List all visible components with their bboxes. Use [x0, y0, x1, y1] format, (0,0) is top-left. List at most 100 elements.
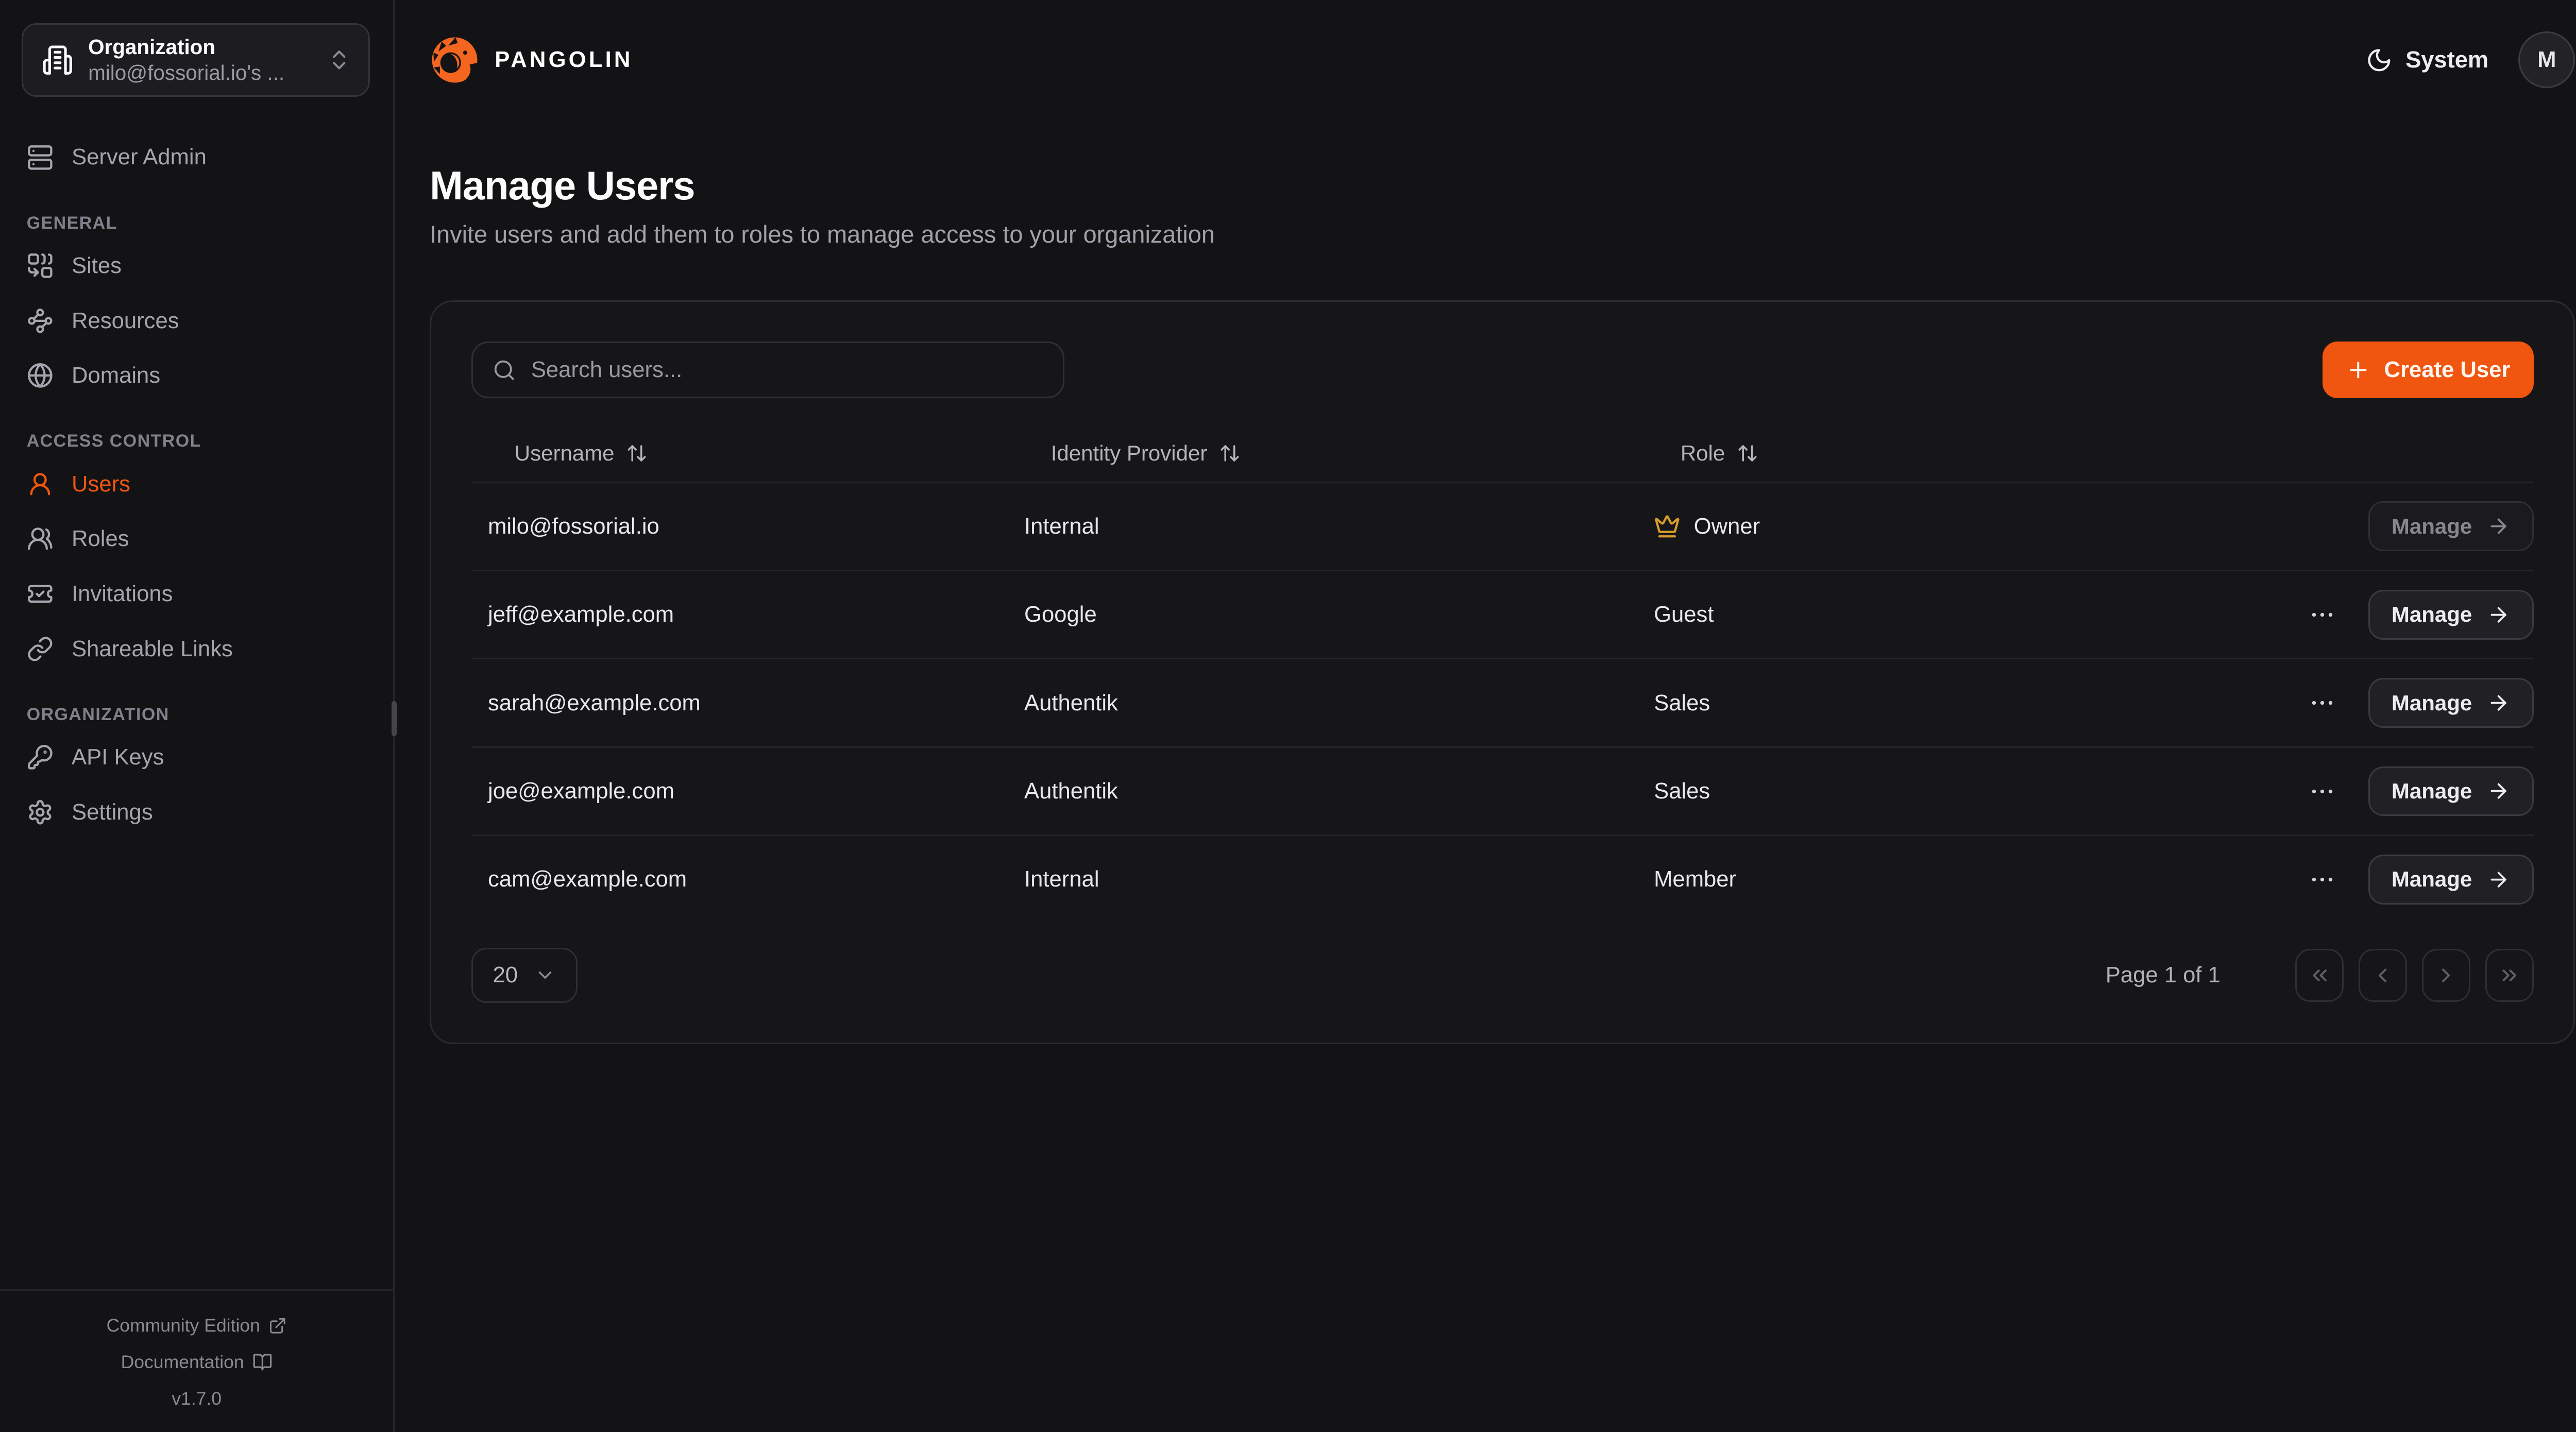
- sidebar-resize-handle[interactable]: [392, 701, 397, 736]
- sidebar: Organization milo@fossorial.io's ... Ser…: [0, 0, 395, 1432]
- sidebar-item-api-keys[interactable]: API Keys: [0, 730, 393, 785]
- sidebar-item-settings[interactable]: Settings: [0, 785, 393, 840]
- sidebar-section-organization: ORGANIZATION: [27, 705, 367, 725]
- manage-label: Manage: [2392, 602, 2472, 627]
- username-cell: joe@example.com: [471, 778, 1008, 804]
- arrow-right-icon: [2487, 868, 2510, 891]
- table-row: cam@example.com Internal Member Manage: [471, 834, 2534, 923]
- row-menu-button[interactable]: [2305, 774, 2340, 809]
- chevron-left-icon: [2371, 964, 2394, 987]
- moon-icon: [2366, 47, 2393, 74]
- topbar: PANGOLIN System M: [430, 23, 2575, 96]
- sidebar-section-access-control: ACCESS CONTROL: [27, 431, 367, 451]
- book-open-icon: [252, 1352, 273, 1372]
- column-label: Username: [515, 441, 615, 466]
- column-header-username: Username: [471, 441, 1008, 466]
- row-actions: Manage: [2368, 501, 2534, 551]
- sidebar-item-server-admin[interactable]: Server Admin: [0, 130, 393, 185]
- documentation-label: Documentation: [121, 1344, 244, 1380]
- globe-icon: [27, 362, 54, 389]
- table-header-row: Username Identity Provider Role: [471, 425, 2534, 482]
- sidebar-item-label: API Keys: [72, 744, 164, 770]
- idp-cell: Internal: [1008, 514, 1637, 539]
- sort-username-button[interactable]: Username: [515, 441, 648, 466]
- sort-identity-provider-button[interactable]: Identity Provider: [1051, 441, 1241, 466]
- sidebar-item-domains[interactable]: Domains: [0, 348, 393, 403]
- page-size-select[interactable]: 20: [471, 948, 578, 1003]
- topbar-right: System M: [2366, 31, 2575, 88]
- search-box: [471, 342, 1064, 398]
- sidebar-item-invitations[interactable]: Invitations: [0, 567, 393, 622]
- combine-icon: [27, 252, 54, 279]
- users-table: Username Identity Provider Role: [431, 425, 2573, 923]
- role-cell: Guest: [1637, 602, 2305, 627]
- community-edition-label: Community Edition: [107, 1307, 260, 1344]
- sort-icon: [626, 442, 648, 464]
- sidebar-item-label: Invitations: [72, 581, 173, 607]
- org-selector[interactable]: Organization milo@fossorial.io's ...: [22, 23, 370, 96]
- user-avatar[interactable]: M: [2518, 31, 2575, 88]
- idp-cell: Google: [1008, 602, 1637, 627]
- server-icon: [27, 144, 54, 171]
- sort-role-button[interactable]: Role: [1681, 441, 1758, 466]
- manage-button[interactable]: Manage: [2368, 855, 2534, 905]
- row-menu-button[interactable]: [2305, 597, 2340, 632]
- sidebar-item-label: Server Admin: [72, 144, 207, 170]
- pagination: Page 1 of 1: [2106, 949, 2534, 1002]
- documentation-link[interactable]: Documentation: [0, 1344, 393, 1380]
- page-indicator: Page 1 of 1: [2106, 962, 2221, 988]
- create-user-button[interactable]: Create User: [2323, 342, 2534, 398]
- sidebar-item-users[interactable]: Users: [0, 456, 393, 512]
- arrow-right-icon: [2487, 603, 2510, 626]
- table-row: joe@example.com Authentik Sales Manage: [471, 746, 2534, 834]
- theme-toggle-button[interactable]: System: [2366, 46, 2489, 73]
- sort-icon: [1737, 442, 1758, 464]
- manage-button[interactable]: Manage: [2368, 590, 2534, 640]
- chevron-down-icon: [534, 964, 556, 986]
- sidebar-item-label: Users: [72, 471, 130, 497]
- create-user-label: Create User: [2384, 357, 2510, 383]
- waypoints-icon: [27, 308, 54, 334]
- role-cell: Member: [1637, 866, 2305, 892]
- manage-button[interactable]: Manage: [2368, 678, 2534, 728]
- external-link-icon: [268, 1317, 287, 1335]
- row-menu-button[interactable]: [2305, 862, 2340, 897]
- table-row: sarah@example.com Authentik Sales Manage: [471, 658, 2534, 746]
- ticket-check-icon: [27, 581, 54, 607]
- role-cell: Sales: [1637, 778, 2305, 804]
- next-page-button[interactable]: [2422, 949, 2470, 1002]
- previous-page-button[interactable]: [2359, 949, 2407, 1002]
- manage-button[interactable]: Manage: [2368, 501, 2534, 551]
- ellipsis-icon: [2308, 689, 2336, 717]
- sidebar-item-sites[interactable]: Sites: [0, 238, 393, 293]
- sidebar-item-label: Domains: [72, 363, 160, 388]
- sidebar-item-shareable-links[interactable]: Shareable Links: [0, 621, 393, 676]
- sidebar-item-label: Sites: [72, 253, 122, 279]
- sidebar-footer: Community Edition Documentation v1.7.0: [0, 1289, 393, 1432]
- idp-cell: Authentik: [1008, 690, 1637, 716]
- sidebar-item-label: Settings: [72, 799, 153, 825]
- row-menu-button[interactable]: [2305, 686, 2340, 721]
- table-row: milo@fossorial.io Internal Owner Manage: [471, 482, 2534, 570]
- idp-cell: Authentik: [1008, 778, 1637, 804]
- sidebar-item-label: Shareable Links: [72, 636, 233, 662]
- community-edition-link[interactable]: Community Edition: [0, 1307, 393, 1344]
- username-cell: jeff@example.com: [471, 602, 1008, 627]
- page-subtitle: Invite users and add them to roles to ma…: [430, 220, 2575, 248]
- role-cell: Sales: [1637, 690, 2305, 716]
- org-selector-text: Organization milo@fossorial.io's ...: [88, 34, 312, 86]
- column-label: Role: [1681, 441, 1725, 466]
- card-toolbar: Create User: [431, 302, 2573, 399]
- row-actions: Manage: [2305, 766, 2534, 816]
- row-actions: Manage: [2305, 590, 2534, 640]
- sidebar-item-roles[interactable]: Roles: [0, 512, 393, 567]
- column-header-identity-provider: Identity Provider: [1008, 441, 1637, 466]
- sidebar-item-resources[interactable]: Resources: [0, 293, 393, 348]
- ellipsis-icon: [2308, 601, 2336, 629]
- first-page-button[interactable]: [2295, 949, 2344, 1002]
- avatar-initial: M: [2537, 47, 2556, 73]
- last-page-button[interactable]: [2485, 949, 2534, 1002]
- manage-button[interactable]: Manage: [2368, 766, 2534, 816]
- search-input[interactable]: [531, 357, 1043, 383]
- pangolin-logo: PANGOLIN: [430, 35, 633, 85]
